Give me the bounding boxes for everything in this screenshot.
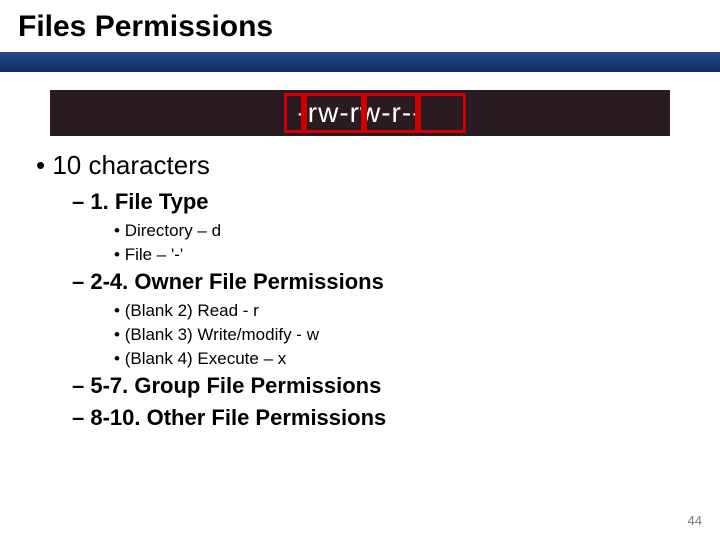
- bullet-file-type: 1. File Type: [72, 189, 684, 215]
- slide: Files Permissions -rw-rw-r-- 10 characte…: [0, 0, 720, 540]
- title-underline: [0, 52, 720, 72]
- bullet-group-perms: 5-7. Group File Permissions: [72, 373, 684, 399]
- bullet-10-characters: 10 characters: [36, 150, 684, 181]
- bullet-other-perms: 8-10. Other File Permissions: [72, 405, 684, 431]
- permission-banner: -rw-rw-r--: [50, 90, 670, 136]
- bullet-owner-perms: 2-4. Owner File Permissions: [72, 269, 684, 295]
- bullet-execute-x: (Blank 4) Execute – x: [114, 349, 684, 369]
- page-number: 44: [688, 513, 702, 528]
- highlight-box-owner: [304, 93, 364, 133]
- slide-body: -rw-rw-r-- 10 characters 1. File Type Di…: [0, 72, 720, 431]
- bullet-file-dash: File – '-': [114, 245, 684, 265]
- highlight-box-other: [418, 93, 466, 133]
- permission-banner-wrap: -rw-rw-r--: [50, 90, 670, 136]
- highlight-box-group: [364, 93, 418, 133]
- slide-title: Files Permissions: [0, 0, 720, 52]
- bullet-write-w: (Blank 3) Write/modify - w: [114, 325, 684, 345]
- bullet-read-r: (Blank 2) Read - r: [114, 301, 684, 321]
- highlight-box-filetype: [284, 93, 304, 133]
- bullet-directory-d: Directory – d: [114, 221, 684, 241]
- content-list: 10 characters 1. File Type Directory – d…: [0, 146, 720, 431]
